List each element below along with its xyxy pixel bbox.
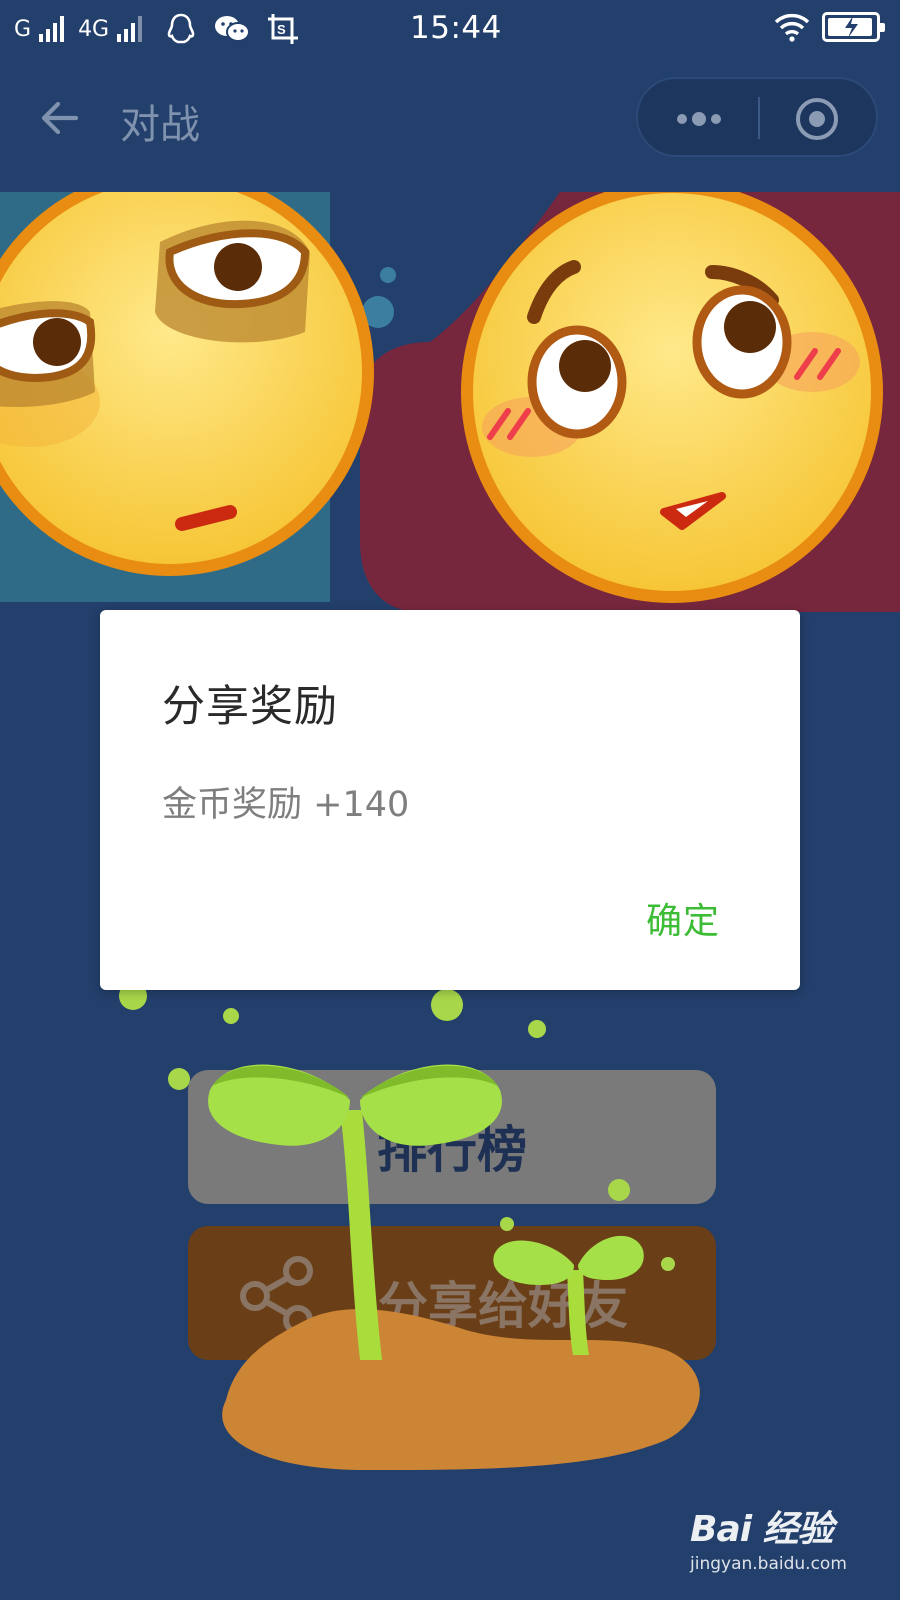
confirm-button[interactable]: 确定 — [646, 892, 720, 944]
qq-icon — [167, 13, 195, 44]
page-title: 对战 — [120, 102, 200, 148]
more-options-icon[interactable] — [674, 99, 724, 139]
status-right — [774, 12, 885, 42]
back-arrow-icon[interactable] — [34, 92, 86, 144]
bored-face-icon — [0, 192, 374, 576]
screen: G 4G S 15:44 对战 排行榜 分享给好友 分享奖励 金币奖励 +140… — [0, 0, 900, 1600]
screenshot-icon: S — [268, 14, 299, 44]
watermark-logo: Bai 经验 — [690, 1509, 834, 1550]
dialog-title: 分享奖励 — [162, 682, 338, 732]
close-program-icon[interactable] — [794, 96, 840, 142]
signal-2-icon — [117, 16, 143, 42]
baidu-jingyan-watermark: Bai 经验 jingyan.baidu.com — [690, 1500, 890, 1590]
carrier-1-label: G — [14, 16, 32, 42]
battery-charging-icon — [822, 12, 885, 42]
share-reward-dialog: 分享奖励 金币奖励 +140 确定 — [100, 610, 800, 990]
nav-bar: 对战 — [0, 72, 900, 162]
dialog-message: 金币奖励 +140 — [162, 785, 410, 825]
watermark-url: jingyan.baidu.com — [690, 1554, 847, 1574]
status-left: G 4G S — [14, 12, 300, 46]
battle-banner — [0, 192, 900, 612]
carrier-2-label: 4G — [78, 16, 110, 42]
sprout-animation — [119, 982, 700, 1470]
mini-program-capsule — [636, 77, 878, 157]
svg-text:S: S — [277, 22, 286, 37]
status-time: 15:44 — [410, 10, 502, 46]
wifi-icon — [774, 13, 810, 42]
worried-face-icon — [461, 192, 883, 603]
capsule-divider — [758, 97, 760, 139]
status-bar: G 4G S 15:44 — [0, 0, 900, 62]
wechat-icon — [215, 16, 251, 42]
signal-icon — [39, 16, 65, 42]
